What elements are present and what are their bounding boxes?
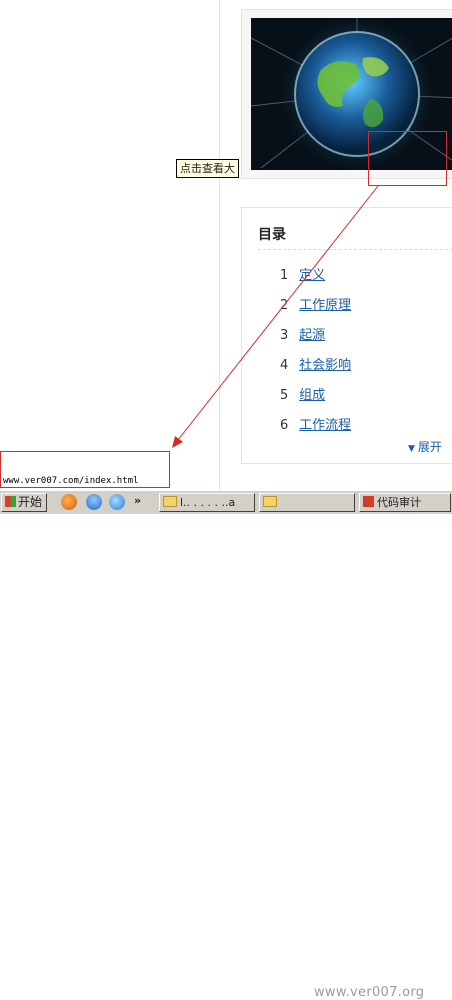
toc-expand-label: 展开	[417, 440, 442, 454]
triangle-down-icon: ▼	[408, 444, 415, 454]
toc-title: 目录	[258, 227, 286, 243]
toc-item: 4 社会影响	[280, 356, 351, 386]
toc-item-number: 6	[280, 418, 289, 433]
taskbar-window-label: l.. . . . . ..a	[180, 496, 236, 509]
annotation-box-tooltip	[368, 131, 447, 186]
toc-card: 目录 1 定义 2 工作原理 3 起源 4 社会影响 5 组成 6 工作流程 ▼…	[241, 207, 452, 464]
toc-item: 5 组成	[280, 386, 351, 416]
toc-link-workflow[interactable]: 工作流程	[299, 418, 351, 433]
qq-icon[interactable]	[86, 494, 102, 510]
toc-link-origin[interactable]: 起源	[299, 328, 325, 343]
image-tooltip: 点击查看大	[176, 159, 239, 178]
toc-item-number: 4	[280, 358, 289, 373]
app-icon	[363, 496, 374, 507]
taskbar-window-label: 代码审计	[377, 496, 421, 509]
left-blank-pane	[0, 0, 219, 490]
windows-logo-icon	[5, 496, 16, 507]
start-label: 开始	[18, 495, 43, 509]
toc-item: 1 定义	[280, 266, 351, 296]
quicklaunch-more-icon[interactable]: »	[134, 494, 141, 507]
taskbar-window-2[interactable]	[259, 493, 355, 512]
toc-item: 6 工作流程	[280, 416, 351, 446]
toc-item: 2 工作原理	[280, 296, 351, 326]
toc-list: 1 定义 2 工作原理 3 起源 4 社会影响 5 组成 6 工作流程	[280, 266, 351, 446]
taskbar: 开始 » l.. . . . . ..a 代码审计 www.ver007.org	[0, 490, 452, 1000]
status-url: www.ver007.com/index.html	[3, 476, 139, 486]
toc-item-number: 3	[280, 328, 289, 343]
folder-icon	[263, 496, 277, 507]
watermark: www.ver007.org	[314, 985, 425, 1000]
toc-item: 3 起源	[280, 326, 351, 356]
browser-status-bar: www.ver007.com/index.html	[0, 451, 170, 488]
taskbar-window-1[interactable]: l.. . . . . ..a	[159, 493, 255, 512]
toc-expand-button[interactable]: ▼ 展开	[408, 438, 442, 455]
toc-item-number: 2	[280, 298, 289, 313]
folder-icon	[163, 496, 177, 507]
toc-link-social-impact[interactable]: 社会影响	[299, 358, 351, 373]
taskbar-window-3[interactable]: 代码审计	[359, 493, 451, 512]
start-button[interactable]: 开始	[1, 493, 47, 512]
toc-item-number: 5	[280, 388, 289, 403]
toc-link-working-principle[interactable]: 工作原理	[299, 298, 351, 313]
toc-divider	[258, 249, 452, 250]
toc-link-definition[interactable]: 定义	[299, 268, 325, 283]
toc-item-number: 1	[280, 268, 289, 283]
right-sidebar: 目录 1 定义 2 工作原理 3 起源 4 社会影响 5 组成 6 工作流程 ▼…	[220, 0, 452, 490]
firefox-icon[interactable]	[61, 494, 77, 510]
ie-icon[interactable]	[109, 494, 125, 510]
toc-link-composition[interactable]: 组成	[299, 388, 325, 403]
